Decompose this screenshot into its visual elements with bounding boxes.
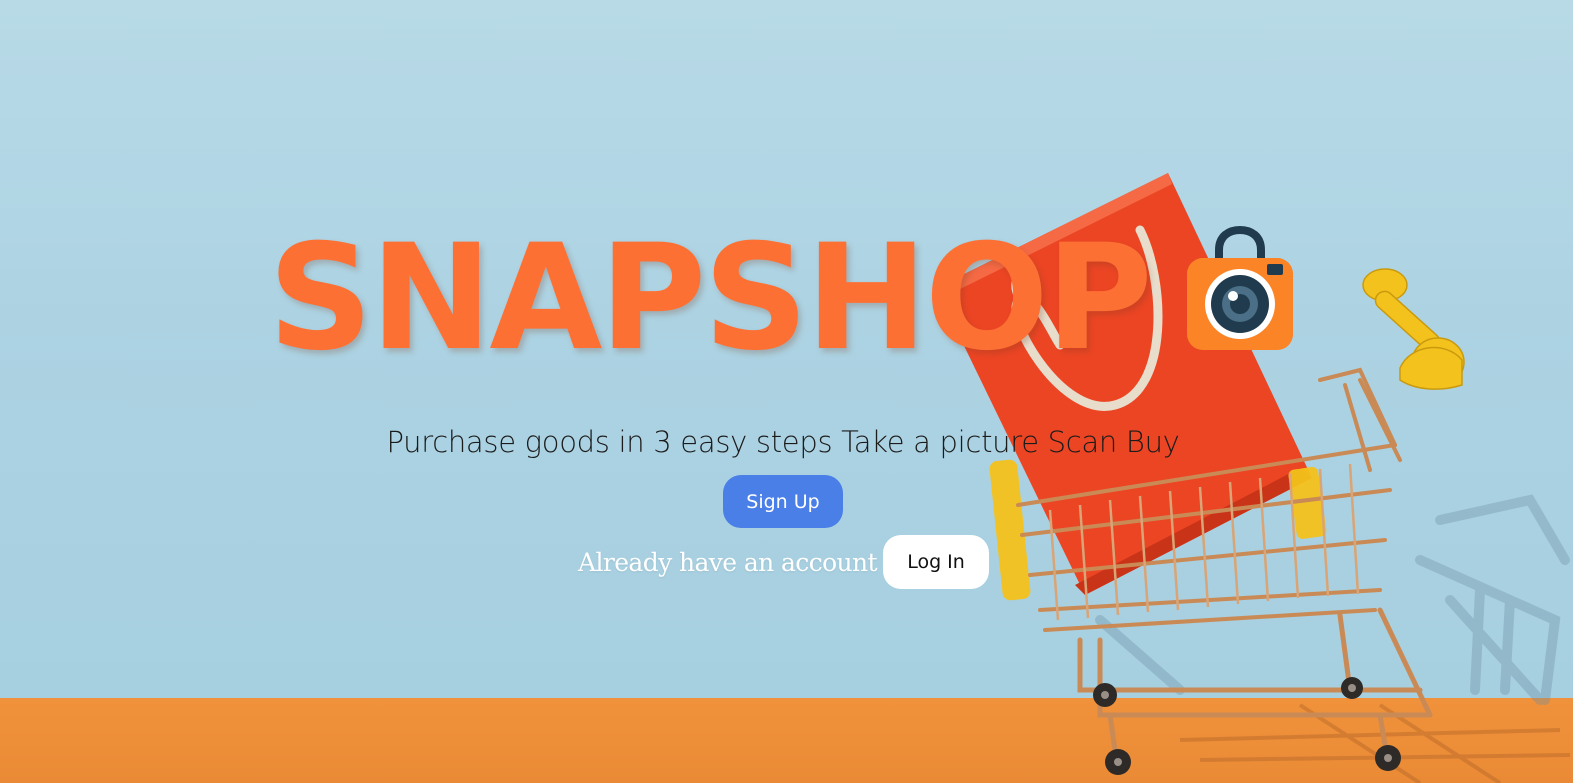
sign-up-button[interactable]: Sign Up (723, 475, 843, 528)
brand-header: SNAPSHOP (268, 213, 1153, 383)
hero-tagline: Purchase goods in 3 easy steps Take a pi… (386, 425, 1180, 459)
log-in-button[interactable]: Log In (883, 535, 990, 589)
hero-section: SNAPSHOP Purchase goods in 3 easy steps … (0, 0, 1573, 783)
brand-title: SNAPSHOP (268, 213, 1153, 383)
login-prompt-text: Already have an account (578, 547, 878, 577)
login-row: Already have an account Log In (578, 535, 990, 589)
shopping-bag-camera-icon (1187, 226, 1293, 350)
shopping-cart-illustration (936, 173, 1571, 783)
